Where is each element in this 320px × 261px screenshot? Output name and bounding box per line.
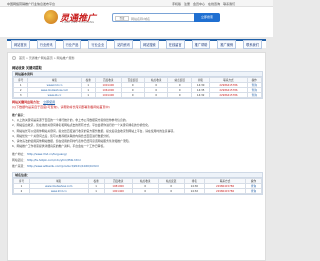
search-button[interactable]: 立即搜索 [194,13,220,22]
query-link[interactable]: 查询 [252,84,257,87]
cell-site-index: 0 [143,92,169,98]
cell-baidu-backlink: 0 [120,92,146,98]
nav-message[interactable]: 在线留言 [165,40,185,49]
search-engine-select[interactable]: 百度 [115,15,129,21]
breadcrumb-home[interactable]: 首页 [19,56,25,60]
section-title: 网站收录 关键词提取 [12,66,42,70]
link-line: 网站链接： http://ts.hotpk.com/cdn/yhm/tfdk.h… [12,158,263,162]
nav-help[interactable]: 推广帮助 [191,40,211,49]
top-link-register[interactable]: 注册 [184,2,190,6]
link-url[interactable]: http://www.lmd.cn/tuiguang/ [27,152,67,156]
cell-action[interactable]: 查询 [245,188,262,194]
nav-search[interactable]: 网站搜索 [139,40,159,49]
cell-contact: 22986415786 [203,188,247,194]
nav-site-news[interactable]: 站内资讯 [114,40,133,49]
link-line: 推广地址： http://www.lmd.cn/tuiguang/ [12,152,263,156]
cell-domain[interactable]: www.lmd.cn [28,188,89,194]
page: 中国网络营销推广行业信息发布平台 手机版 注册 会员中心 在线咨询 联系我们 灵… [0,0,273,261]
search-input[interactable]: 网站名称/域名 [131,17,150,21]
top-link-contact[interactable]: 联系我们 [223,2,235,6]
domain-link[interactable]: www.douteshow.com [45,185,72,188]
search-box: 百度 网站名称/域名 立即搜索 [112,13,220,22]
domain-info-table: 序号 域名 权重 百度收录 站点收录 站点反链 排名 联系方式 操作 1 www… [13,178,262,194]
domain-link[interactable]: www.zb.cc [48,94,62,97]
site-info-panel: 网站基本资料 序号 域名 权重 百度收录 百度反链 站点收录 站点反链 排名 联… [12,71,263,99]
query-link[interactable]: 查询 [251,190,256,193]
notice-text: 网站关键词出现方法： [12,100,43,104]
announcement: 中国网络营销推广行业信息发布平台 [7,2,56,6]
top-strip: 中国网络营销推广行业信息发布平台 手机版 注册 会员中心 在线咨询 联系我们 [0,0,273,7]
domain-link[interactable]: www.lmd.cn [47,84,63,87]
notice-line-1: 网站关键词出现方法： 立即使用 [12,100,55,104]
nav-products[interactable]: 行业产品 [62,40,82,49]
logo-icon [44,10,58,24]
query-link[interactable]: 查询 [252,94,257,97]
link-url[interactable]: http://ts.hotpk.com/cdn/yhm/tfdk.html [27,158,81,162]
nav-companies[interactable]: 行业企业 [88,40,108,49]
query-link[interactable]: 查询 [252,89,257,92]
notice-line-2: (以下数据均是来自于百度(可查询)，请帮助将长尾词部署到各网站首页中) [12,105,110,109]
main-content: 首页 » 灵通推广网站首页 » 网站推广服务 网站收录 关键词提取 网站基本资料… [7,52,266,261]
breadcrumb-current: 网站推广服务 [56,56,75,60]
cell-baidu-index: 1001400 [103,188,133,194]
top-link-member[interactable]: 会员中心 [193,2,205,6]
home-icon [12,56,16,60]
breadcrumb-sep: » [53,56,56,60]
top-link-consult[interactable]: 在线咨询 [208,2,220,6]
breadcrumb: 首页 » 灵通推广网站首页 » 网站推广服务 [12,56,75,60]
main-nav: 网站首页 行业资讯 行业产品 行业企业 站内资讯 网站搜索 在线留言 推广帮助 … [7,39,266,49]
cell-weight: 1 [87,188,105,194]
query-link[interactable]: 查询 [251,185,256,188]
cell-rank: 14:32 [183,188,206,194]
table-row: 2 www.lmd.cn 1 1001400 0 0 14:32 2298641… [13,188,262,194]
domain-link[interactable]: www.lmd.cn [51,190,67,193]
domain-info-panel: 域名信息： 序号 域名 权重 百度收录 站点收录 站点反链 排名 联系方式 操作… [12,172,263,195]
cell-index: 3 [12,92,29,98]
site-logo-subtitle: LINGTONG TUIGUANG [62,21,95,24]
cell-weight: 1 [80,92,96,98]
link-label: 推广来源： [12,164,26,168]
cell-site-backlink: 0 [157,188,185,194]
domain-link[interactable]: www.douteshow.com [41,89,68,92]
nav-cases[interactable]: 推广案例 [217,40,237,49]
breadcrumb-sep: » [25,56,28,60]
link-url[interactable]: http://www.adbaidu.com/product/2021/1020… [27,164,99,168]
cell-site-index: 0 [131,188,159,194]
breadcrumb-site[interactable]: 灵通推广网站首页 [29,56,53,60]
link-label: 网站链接： [12,158,26,162]
nav-news[interactable]: 行业资讯 [36,40,56,49]
cell-baidu-index: 1001400 [94,92,122,98]
header [0,7,273,37]
nav-contact[interactable]: 联系我们 [243,40,262,49]
notice-link[interactable]: 立即使用 [43,100,55,104]
site-info-table: 序号 域名 权重 百度收录 百度反链 站点收录 站点反链 排名 联系方式 操作 … [12,77,263,98]
tips-block: 推广提示： 1、以上的关键词是来源于百度的一个排行统计的，非上市公司数据官方提供… [12,113,263,149]
cell-site-backlink: 0 [167,92,192,98]
cell-rank: 14:32 [190,92,211,98]
top-link-mobile[interactable]: 手机版 [172,2,181,6]
cell-index: 2 [13,188,30,194]
cell-action[interactable]: 查询 [246,92,263,98]
tip-item: 6、网站推广工作者需提供详细真实的推广资料，平台会在一个工作日审核。 [12,144,107,149]
nav-home[interactable]: 网站首页 [11,40,30,49]
cell-contact: 22986415786 [209,92,248,98]
link-line: 推广来源： http://www.adbaidu.com/product/202… [12,164,263,168]
cell-domain[interactable]: www.zb.cc [27,92,82,98]
table-row: 3 www.zb.cc 1 1001400 0 0 0 14:32 229864… [12,92,263,98]
link-label: 推广地址： [12,152,26,156]
top-links: 手机版 注册 会员中心 在线咨询 联系我们 [172,2,235,6]
